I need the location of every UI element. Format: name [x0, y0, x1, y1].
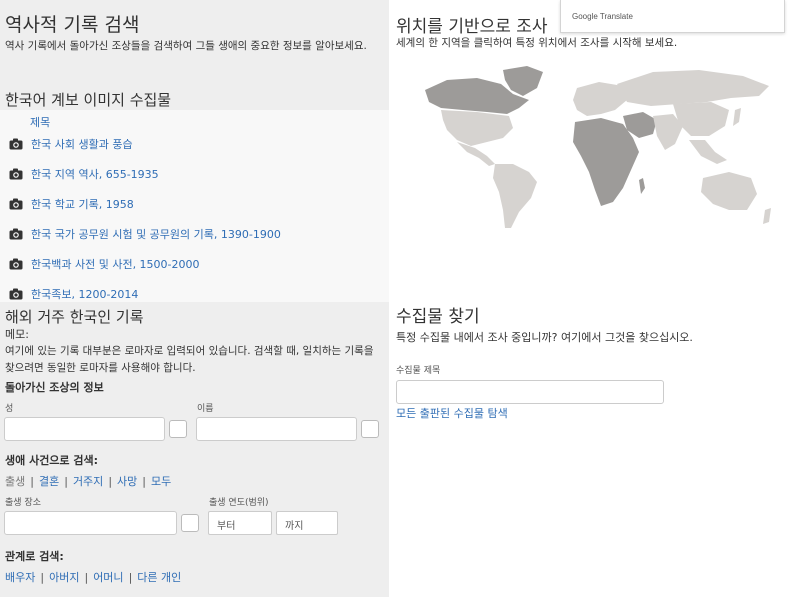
world-map — [425, 66, 771, 228]
image-collection-title-link[interactable]: 한국 국가 공무원 시험 및 공무원의 기록, 1390-1900 — [31, 226, 281, 242]
image-collection-title-link[interactable]: 한국 사회 생활과 풍습 — [31, 136, 133, 152]
australia-region — [701, 172, 757, 210]
historical-records-panel: 역사적 기록 검색 역사 기록에서 돌아가신 조상들을 검색하여 그들 생애의 … — [0, 0, 389, 597]
title-column-header[interactable]: 제목 — [30, 114, 50, 130]
japan-region — [733, 108, 741, 126]
image-collection-title-link[interactable]: 한국족보, 1200-2014 — [31, 286, 138, 302]
tab-death[interactable]: 사망 — [117, 475, 137, 488]
relationship-spouse-link[interactable]: 배우자 — [5, 571, 35, 584]
image-collection-item[interactable]: 한국족보, 1200-2014 — [0, 288, 389, 302]
camera-icon — [9, 288, 23, 300]
tab-birth[interactable]: 출생 — [5, 475, 25, 488]
tab-residence[interactable]: 거주지 — [73, 475, 103, 488]
south-america-region — [493, 164, 537, 228]
image-collection-item[interactable]: 한국 국가 공무원 시험 및 공무원의 기록, 1390-1900 — [0, 228, 389, 258]
image-collection-heading: 한국어 계보 이미지 수집물 — [5, 91, 172, 109]
tab-separator: | — [108, 475, 113, 488]
map-region-asia[interactable] — [617, 70, 769, 164]
madagascar-region — [639, 178, 645, 194]
life-event-tabs: 출생 | 결혼 | 거주지 | 사망 | 모두 — [5, 473, 171, 489]
birth-year-range-label: 출생 연도(범위) — [209, 498, 269, 508]
new-zealand-region — [763, 208, 771, 224]
relationship-father-link[interactable]: 아버지 — [49, 571, 79, 584]
surname-exact-checkbox[interactable] — [169, 420, 187, 438]
southeast-asia-region — [689, 140, 727, 164]
collection-title-input[interactable] — [396, 380, 664, 404]
given-name-label: 이름 — [197, 404, 214, 414]
google-translate-label: Google Translate — [572, 12, 633, 21]
relationship-search-title: 관계로 검색: — [5, 550, 64, 563]
east-asia-region — [673, 102, 729, 136]
image-collection-title-link[interactable]: 한국백과 사전 및 사전, 1500-2000 — [31, 256, 200, 272]
memo-text: 여기에 있는 기록 대부분은 로마자로 입력되어 있습니다. 검색할 때, 일치… — [5, 345, 374, 374]
relationship-links: 배우자 | 아버지 | 어머니 | 다른 개인 — [5, 569, 181, 585]
map-region-south-america[interactable] — [493, 164, 537, 228]
link-separator: | — [40, 571, 45, 584]
birth-year-to-input[interactable]: 까지 — [276, 511, 338, 535]
surname-label: 성 — [5, 404, 14, 414]
camera-icon — [9, 258, 23, 270]
link-separator: | — [84, 571, 89, 584]
tab-separator: | — [30, 475, 34, 488]
google-translate-widget[interactable]: Google Translate — [560, 0, 785, 33]
surname-input[interactable] — [4, 417, 165, 441]
find-collections-desc: 특정 수집물 내에서 조사 중입니까? 여기에서 그것을 찾으십시오. — [396, 331, 693, 344]
life-event-search-title: 생애 사건으로 검색: — [5, 454, 99, 467]
relationship-other-person-link[interactable]: 다른 개인 — [137, 571, 181, 584]
image-collection-list: 제목 한국 사회 생활과 풍습한국 지역 역사, 655-1935 한국 학교 기… — [0, 110, 389, 302]
link-separator: | — [128, 571, 133, 584]
birthplace-label: 출생 장소 — [5, 498, 41, 508]
find-collections-title: 수집물 찾기 — [396, 307, 480, 327]
memo-label: 메모: — [5, 328, 29, 341]
tab-separator: | — [142, 475, 146, 488]
relationship-mother-link[interactable]: 어머니 — [93, 571, 123, 584]
given-name-exact-checkbox[interactable] — [361, 420, 379, 438]
image-collection-item[interactable]: 한국 학교 기록, 1958 — [0, 198, 389, 228]
deceased-ancestor-info-title: 돌아가신 조상의 정보 — [5, 381, 104, 394]
collection-title-label: 수집물 제목 — [396, 366, 441, 376]
map-research-title: 위치를 기반으로 조사 — [396, 17, 548, 37]
intro-text: 역사 기록에서 돌아가신 조상들을 검색하여 그들 생애의 중요한 정보를 알아… — [5, 40, 367, 52]
birthplace-input[interactable] — [4, 511, 177, 535]
tab-all[interactable]: 모두 — [151, 475, 171, 488]
tab-marriage[interactable]: 결혼 — [39, 475, 59, 488]
location-research-panel: 위치를 기반으로 조사 세계의 한 지역을 클릭하여 특정 위치에서 조사를 시… — [389, 0, 800, 597]
camera-icon — [9, 228, 23, 240]
birth-year-from-input[interactable]: 부터 — [208, 511, 272, 535]
image-collection-item[interactable]: 한국 지역 역사, 655-1935 — [0, 168, 389, 198]
tab-separator: | — [64, 475, 68, 488]
usa-region — [441, 110, 513, 146]
image-collection-title-link[interactable]: 한국 지역 역사, 655-1935 — [31, 166, 159, 182]
russia-region — [617, 70, 769, 106]
given-name-input[interactable] — [196, 417, 357, 441]
overseas-korean-records-heading: 해외 거주 한국인 기록 — [5, 308, 144, 326]
image-collection-title-link[interactable]: 한국 학교 기록, 1958 — [31, 196, 134, 212]
birthplace-exact-checkbox[interactable] — [181, 514, 199, 532]
camera-icon — [9, 198, 23, 210]
map-region-north-america[interactable] — [425, 66, 543, 166]
browse-all-collections-link[interactable]: 모든 출판된 수집물 탐색 — [396, 405, 508, 421]
camera-icon — [9, 138, 23, 150]
central-america-region — [457, 142, 495, 166]
image-collection-item[interactable]: 한국 사회 생활과 풍습 — [0, 138, 389, 168]
map-region-oceania[interactable] — [701, 172, 771, 224]
camera-icon — [9, 168, 23, 180]
map-research-desc: 세계의 한 지역을 클릭하여 특정 위치에서 조사를 시작해 보세요. — [396, 37, 678, 49]
image-collection-item[interactable]: 한국백과 사전 및 사전, 1500-2000 — [0, 258, 389, 288]
page-title: 역사적 기록 검색 — [5, 14, 140, 36]
